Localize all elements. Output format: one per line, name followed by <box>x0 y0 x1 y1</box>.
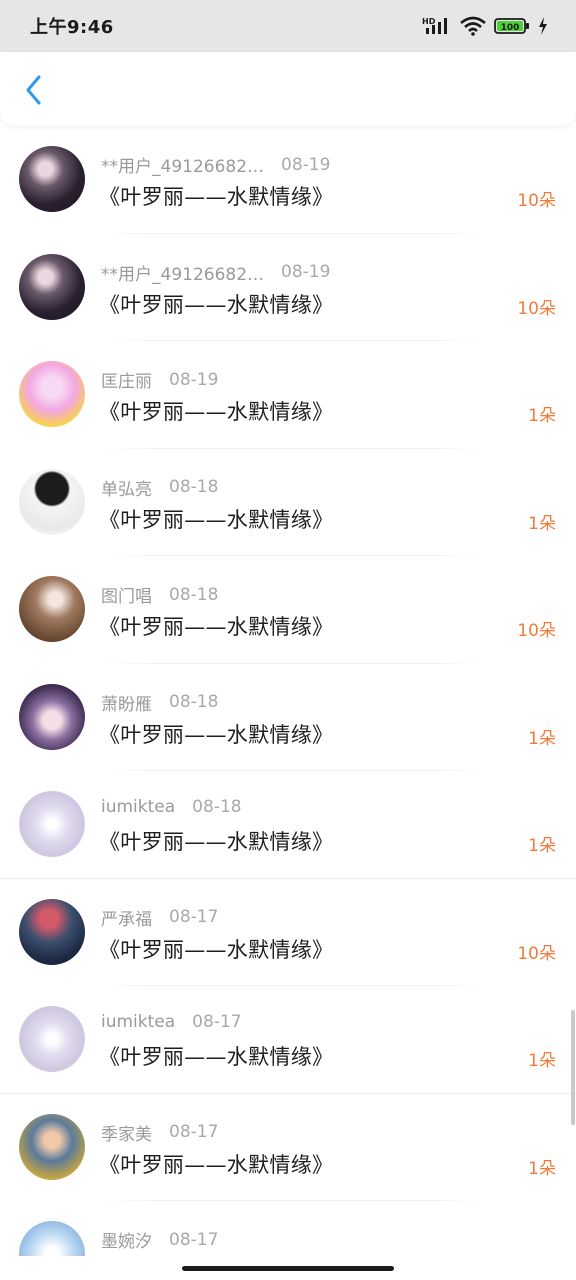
avatar[interactable] <box>19 898 85 965</box>
list-item[interactable]: **用户_49126682… 08-19 《叶罗丽——水默情缘》 10朵 <box>0 126 576 234</box>
date: 08-19 <box>281 154 331 175</box>
gift-amount: 1朵 <box>528 1051 556 1071</box>
user-name[interactable]: 墨婉汐 <box>101 1227 152 1252</box>
book-title[interactable]: 《叶罗丽——水默情缘》 <box>99 1149 333 1179</box>
status-time: 上午9:46 <box>30 17 114 38</box>
date: 08-17 <box>169 907 219 927</box>
user-name[interactable]: **用户_49126682… <box>101 260 264 285</box>
hd-label: HD <box>422 17 436 26</box>
list-item[interactable]: **用户_49126682… 08-19 《叶罗丽——水默情缘》 10朵 <box>0 234 576 341</box>
back-button[interactable] <box>14 68 54 112</box>
avatar[interactable] <box>19 1221 85 1256</box>
date: 08-18 <box>192 797 242 817</box>
date: 08-19 <box>281 262 331 282</box>
gift-amount: 1朵 <box>528 406 556 426</box>
list-item[interactable]: 严承福 08-17 《叶罗丽——水默情缘》 10朵 <box>0 879 576 986</box>
book-title[interactable]: 《叶罗丽——水默情缘》 <box>99 289 333 319</box>
wifi-icon <box>460 16 486 36</box>
date: 08-18 <box>169 692 219 712</box>
user-name[interactable]: iumiktea <box>101 797 175 817</box>
date: 08-19 <box>169 369 219 390</box>
avatar[interactable] <box>19 791 85 857</box>
list-item[interactable]: 萧盼雁 08-18 《叶罗丽——水默情缘》 1朵 <box>0 664 576 771</box>
list-item[interactable]: 图门唱 08-18 《叶罗丽——水默情缘》 10朵 <box>0 556 576 664</box>
user-name[interactable]: 严承福 <box>101 905 152 930</box>
avatar[interactable] <box>19 683 85 750</box>
book-title[interactable]: 《叶罗丽——水默情缘》 <box>99 1041 333 1071</box>
battery-icon: 100 <box>494 18 529 34</box>
avatar[interactable] <box>19 253 85 320</box>
date: 08-18 <box>169 584 219 605</box>
signal-icon: HD <box>422 17 447 34</box>
gift-amount: 10朵 <box>517 191 556 211</box>
user-name[interactable]: 图门唱 <box>101 582 152 607</box>
book-title[interactable]: 《叶罗丽——水默情缘》 <box>99 826 333 856</box>
gift-amount: 1朵 <box>528 1158 556 1179</box>
gift-amount: 10朵 <box>517 298 556 319</box>
list-item[interactable]: iumiktea 08-18 《叶罗丽——水默情缘》 1朵 <box>0 771 576 879</box>
user-name[interactable]: 单弘亮 <box>101 475 152 500</box>
list-item[interactable]: 单弘亮 08-18 《叶罗丽——水默情缘》 1朵 <box>0 449 576 556</box>
avatar[interactable] <box>19 361 85 427</box>
status-bar: 上午9:46 HD 100 <box>0 0 576 52</box>
chevron-left-icon <box>26 75 41 105</box>
date: 08-18 <box>169 477 219 497</box>
user-name[interactable]: **用户_49126682… <box>101 152 264 177</box>
battery-level: 100 <box>501 23 520 33</box>
book-title[interactable]: 《叶罗丽——水默情缘》 <box>99 396 333 426</box>
nav-bar <box>0 52 576 126</box>
gift-amount: 1朵 <box>528 728 556 749</box>
gift-amount: 1朵 <box>528 836 556 856</box>
book-title[interactable]: 《叶罗丽——水默情缘》 <box>99 611 333 641</box>
avatar[interactable] <box>19 1006 85 1072</box>
scrollbar-thumb[interactable] <box>571 1010 575 1125</box>
list-item[interactable]: 季家美 08-17 《叶罗丽——水默情缘》 1朵 <box>0 1094 576 1201</box>
gift-amount: 10朵 <box>517 621 556 641</box>
gift-amount: 10朵 <box>517 943 556 964</box>
list-item[interactable]: 匡庄丽 08-19 《叶罗丽——水默情缘》 1朵 <box>0 341 576 449</box>
gift-amount: 1朵 <box>528 513 556 534</box>
book-title[interactable]: 《叶罗丽——水默情缘》 <box>99 719 333 749</box>
book-title[interactable]: 《叶罗丽——水默情缘》 <box>99 504 333 534</box>
book-title[interactable]: 《叶罗丽——水默情缘》 <box>99 181 333 211</box>
home-indicator[interactable] <box>182 1266 394 1271</box>
list-item[interactable]: iumiktea 08-17 《叶罗丽——水默情缘》 1朵 <box>0 986 576 1094</box>
user-name[interactable]: 季家美 <box>101 1120 152 1145</box>
avatar[interactable] <box>19 576 85 642</box>
avatar[interactable] <box>19 468 85 535</box>
avatar[interactable] <box>19 146 85 212</box>
date: 08-17 <box>192 1012 242 1032</box>
date: 08-17 <box>169 1122 219 1142</box>
book-title[interactable]: 《叶罗丽——水默情缘》 <box>99 934 333 964</box>
date: 08-17 <box>169 1229 219 1250</box>
gift-record-list[interactable]: **用户_49126682… 08-19 《叶罗丽——水默情缘》 10朵 **用户… <box>0 126 576 1256</box>
user-name[interactable]: 匡庄丽 <box>101 367 152 392</box>
avatar[interactable] <box>19 1113 85 1180</box>
user-name[interactable]: iumiktea <box>101 1012 175 1032</box>
status-icons: HD 100 <box>422 16 548 36</box>
list-item[interactable]: 墨婉汐 08-17 <box>0 1201 576 1256</box>
charging-icon <box>539 17 547 35</box>
user-name[interactable]: 萧盼雁 <box>101 690 152 715</box>
